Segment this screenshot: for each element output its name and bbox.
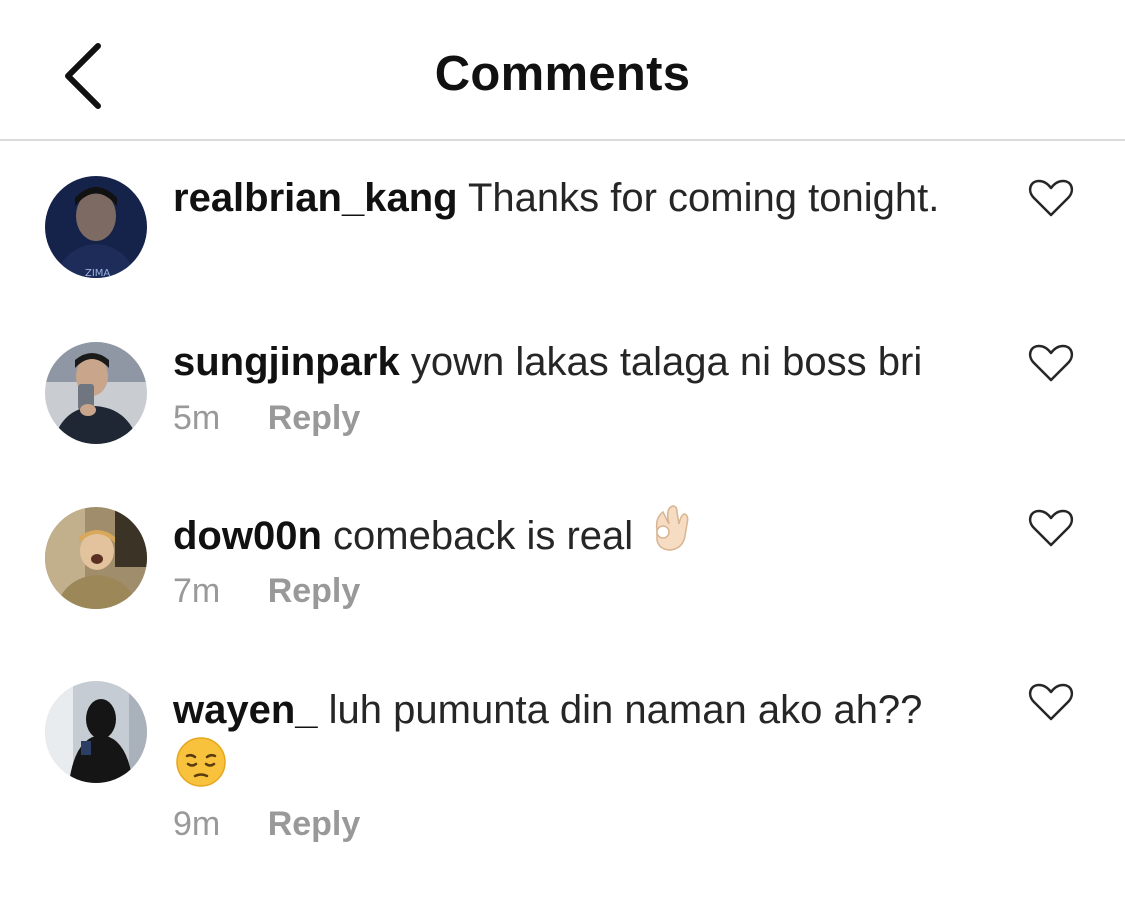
header-bar: Comments (0, 0, 1125, 141)
comment-time: 5m (173, 399, 221, 437)
comment-username[interactable]: dow00n (173, 514, 322, 558)
like-button[interactable] (1028, 682, 1074, 722)
like-button[interactable] (1028, 508, 1074, 548)
comment-time: 7m (173, 572, 221, 610)
avatar[interactable]: ZIMA (45, 176, 147, 278)
like-button[interactable] (1028, 343, 1074, 383)
pensive-face-emoji (175, 736, 1013, 801)
avatar[interactable] (45, 342, 147, 444)
heart-icon (1028, 509, 1074, 547)
ok-hand-emoji (647, 502, 693, 567)
comment-message: luh pumunta din naman ako ah?? (328, 688, 923, 732)
heart-icon (1028, 179, 1074, 217)
comment-text: dow00n comeback is real (173, 505, 1013, 571)
comment-message: comeback is real (333, 514, 634, 559)
comment-message: yown lakas talaga ni boss bri (410, 340, 923, 384)
comment-time: 9m (173, 805, 221, 843)
like-button[interactable] (1028, 178, 1074, 218)
comment-meta: 7m Reply (173, 572, 360, 611)
comment-text: realbrian_kang Thanks for coming tonight… (173, 172, 1013, 224)
comment-username[interactable]: sungjinpark (173, 340, 400, 384)
comment-message: Thanks for coming tonight. (467, 176, 940, 220)
comment-meta: 5m Reply (173, 399, 360, 438)
reply-button[interactable]: Reply (268, 805, 361, 844)
comment-text: sungjinpark yown lakas talaga ni boss br… (173, 336, 1013, 388)
page-title: Comments (434, 47, 691, 101)
heart-icon (1028, 344, 1074, 382)
comment-meta: 9m Reply (173, 805, 360, 844)
comment-text: wayen_ luh pumunta din naman ako ah?? (173, 684, 1013, 801)
heart-icon (1028, 683, 1074, 721)
svg-text:ZIMA: ZIMA (85, 268, 110, 278)
reply-button[interactable]: Reply (268, 572, 361, 611)
comment-username[interactable]: realbrian_kang (173, 176, 458, 220)
avatar[interactable] (45, 507, 147, 609)
avatar[interactable] (45, 681, 147, 783)
comment-username[interactable]: wayen_ (173, 688, 318, 732)
reply-button[interactable]: Reply (268, 399, 361, 438)
